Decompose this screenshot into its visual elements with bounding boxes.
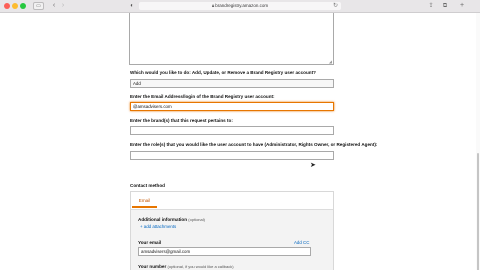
url-text: brandregistry.amazon.com xyxy=(215,3,269,8)
description-textarea[interactable]: ◢ xyxy=(129,13,334,65)
scrollbar-thumb[interactable] xyxy=(477,153,479,270)
your-number-label: Your number (optional, if you would like… xyxy=(138,264,234,269)
browser-toolbar: ▭ ‹ › ◐ 🔒︎brandregistry.amazon.com ↻ ⇪ ⧉… xyxy=(0,0,480,13)
back-icon[interactable]: ‹ xyxy=(50,2,58,10)
lock-icon: 🔒︎ xyxy=(211,3,215,8)
maximize-window-button[interactable] xyxy=(20,3,26,9)
brand-input[interactable] xyxy=(130,126,334,135)
your-email-label: Your email xyxy=(138,240,162,245)
mouse-cursor-icon: ➤ xyxy=(310,162,316,169)
add-attachments-link[interactable]: + add attachments xyxy=(140,224,176,229)
contact-method-box: Email Additional information (optional) … xyxy=(130,191,334,270)
shield-icon[interactable]: ◐ xyxy=(129,2,135,10)
additional-info-label: Additional information (optional) xyxy=(138,217,205,222)
add-cc-link[interactable]: Add CC xyxy=(294,240,309,245)
action-question-label: Which would you like to do: Add, Update,… xyxy=(130,70,316,75)
email-question-label: Enter the Email Address/login of the Bra… xyxy=(130,94,275,99)
forward-icon[interactable]: › xyxy=(59,2,67,10)
your-email-input[interactable]: amsadvisers@gmail.com xyxy=(138,247,311,256)
role-question-label: Enter the role(s) that you would like th… xyxy=(130,142,378,147)
role-input[interactable] xyxy=(130,151,334,160)
share-icon[interactable]: ⇪ xyxy=(427,2,435,10)
sidebar-icon[interactable]: ▭ xyxy=(33,2,44,10)
tab-email[interactable]: Email xyxy=(132,196,157,208)
email-panel: Additional information (optional) + add … xyxy=(131,209,333,270)
reload-icon[interactable]: ↻ xyxy=(333,2,338,10)
address-bar[interactable]: 🔒︎brandregistry.amazon.com ↻ xyxy=(139,2,341,10)
resize-handle-icon[interactable]: ◢ xyxy=(329,59,332,64)
tabs-icon[interactable]: ⧉ xyxy=(441,2,449,10)
minimize-window-button[interactable] xyxy=(12,3,18,9)
contact-method-heading: Contact method xyxy=(130,183,165,188)
user-email-input[interactable]: @amsadvisers.com xyxy=(130,102,334,111)
page-scrollbar[interactable] xyxy=(476,13,480,270)
action-select[interactable]: Add xyxy=(130,79,334,88)
new-tab-icon[interactable]: + xyxy=(458,2,466,10)
brand-question-label: Enter the brand(s) that this request per… xyxy=(130,118,233,123)
close-window-button[interactable] xyxy=(4,3,10,9)
